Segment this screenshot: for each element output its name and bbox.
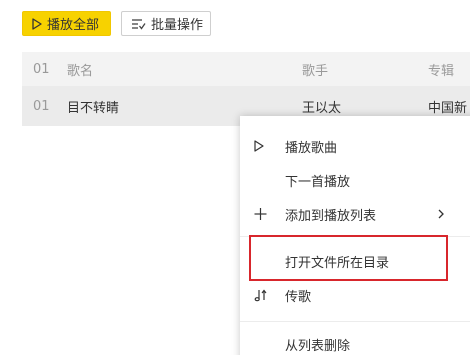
play-all-label: 播放全部 [47, 18, 100, 33]
header-artist[interactable]: 歌手 [302, 52, 328, 86]
plus-icon [254, 208, 267, 221]
song-list-header: 01 歌名 歌手 专辑 [22, 52, 470, 86]
header-title[interactable]: 歌名 [67, 52, 93, 86]
menu-item-label: 播放歌曲 [285, 140, 338, 156]
header-index: 01 [33, 61, 50, 77]
play-icon [254, 140, 264, 152]
row-index: 01 [33, 98, 50, 114]
menu-divider [240, 236, 470, 237]
row-title[interactable]: 目不转睛 [67, 86, 119, 126]
menu-item-label: 打开文件所在目录 [285, 255, 390, 271]
menu-item-label: 添加到播放列表 [285, 208, 377, 224]
play-icon [32, 17, 42, 30]
menu-item-label: 下一首播放 [285, 174, 351, 190]
menu-item-open-file-location[interactable]: 打开文件所在目录 [240, 244, 470, 278]
menu-item-add-to-playlist[interactable]: 添加到播放列表 [240, 197, 470, 231]
menu-item-play-song[interactable]: 播放歌曲 [240, 129, 470, 163]
header-album[interactable]: 专辑 [428, 52, 454, 86]
menu-item-label: 传歌 [285, 289, 312, 305]
menu-divider [240, 321, 470, 322]
batch-operation-label: 批量操作 [151, 18, 204, 33]
menu-item-upload-song[interactable]: 传歌 [240, 278, 470, 312]
menu-item-remove-from-list[interactable]: 从列表删除 [240, 327, 470, 355]
batch-operation-button[interactable]: 批量操作 [121, 11, 211, 36]
menu-item-label: 从列表删除 [285, 338, 351, 354]
song-list-page: 播放全部 批量操作 01 歌名 歌手 专辑 01 目不转睛 王以太 中国新 播放… [0, 0, 470, 355]
play-all-button[interactable]: 播放全部 [22, 11, 111, 36]
music-note-upload-icon [254, 288, 268, 302]
chevron-right-icon [438, 209, 444, 219]
batch-list-icon [131, 18, 146, 30]
context-menu: 播放歌曲 下一首播放 添加到播放列表 打开文件所在目录 传歌 从列表删除 [240, 116, 470, 355]
menu-item-play-next[interactable]: 下一首播放 [240, 163, 470, 197]
